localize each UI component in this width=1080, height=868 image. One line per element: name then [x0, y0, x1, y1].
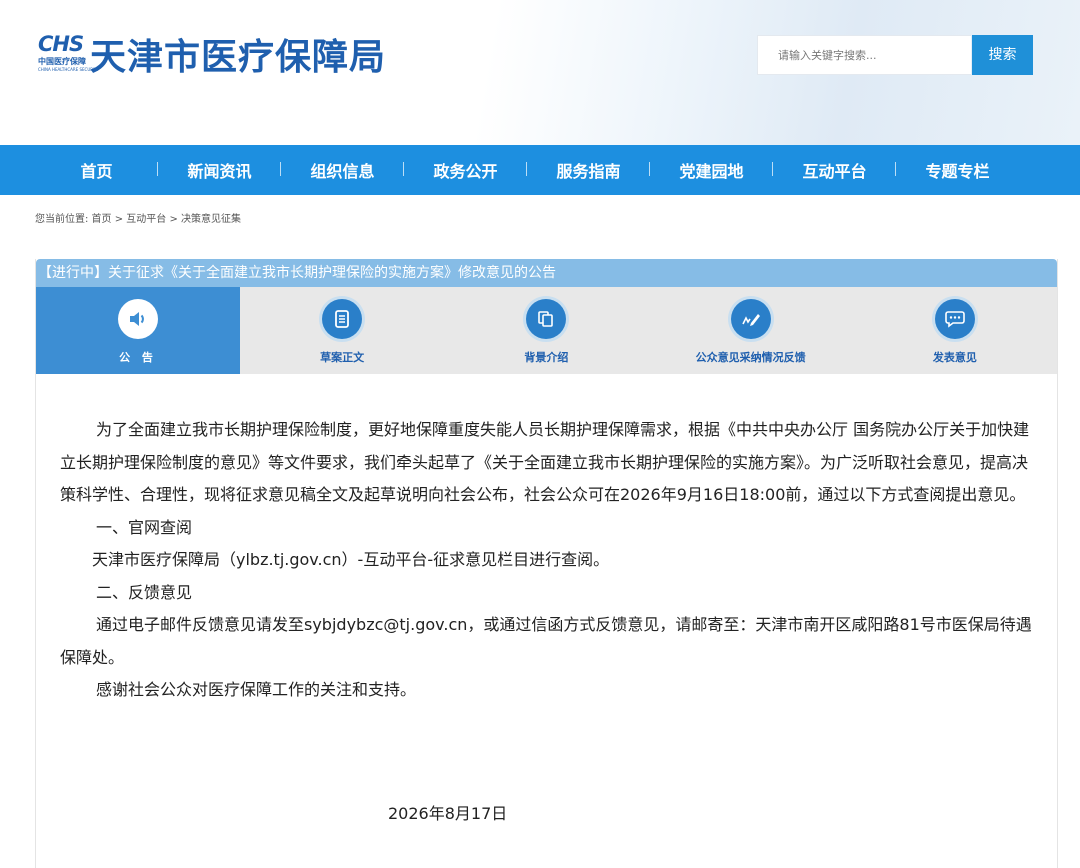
logo-cn-text: 中国医疗保障 — [38, 57, 86, 66]
heading-website-review: 一、官网查阅 — [96, 517, 193, 537]
panel-title: 【进行中】关于征求《关于全面建立我市长期护理保险的实施方案》修改意见的公告 — [36, 259, 1057, 287]
search-input[interactable]: 请输入关键字搜索... — [757, 35, 971, 75]
nav-item-news[interactable]: 新闻资讯 — [158, 158, 281, 182]
tab-background[interactable]: 背景介绍 — [444, 287, 648, 374]
site-title: 天津市医疗保障局 — [90, 37, 387, 78]
nav-item-government-affairs[interactable]: 政务公开 — [404, 158, 527, 182]
nav-item-interaction[interactable]: 互动平台 — [773, 158, 896, 182]
search-button[interactable]: 搜索 — [972, 35, 1033, 75]
tab-label-draft-text: 草案正文 — [320, 351, 365, 364]
paragraph-feedback: 通过电子邮件反馈意见请发至sybjdybzc@tj.gov.cn，或通过信函方式… — [60, 615, 1032, 667]
pen-icon — [730, 299, 771, 339]
site-logo[interactable]: CHS 中国医疗保障 CHINA HEALTHCARE SECURITY 天津市… — [36, 28, 386, 80]
logo-en-text: CHINA HEALTHCARE SECURITY — [38, 67, 100, 72]
nav-item-home[interactable]: 首页 — [35, 158, 158, 182]
nav-item-service-guide[interactable]: 服务指南 — [527, 158, 650, 182]
nav-item-organization[interactable]: 组织信息 — [281, 158, 404, 182]
notice-date: 2026年8月17日 — [388, 804, 508, 823]
tab-announcement[interactable]: 公 告 — [36, 287, 240, 374]
tab-draft-text[interactable]: 草案正文 — [240, 287, 444, 374]
tab-label-background: 背景介绍 — [524, 351, 569, 364]
chat-icon — [934, 299, 975, 339]
notice-content: 为了全面建立我市长期护理保险制度，更好地保障重度失能人员长期护理保障需求，根据《… — [36, 374, 1057, 707]
main-nav: 首页 新闻资讯 组织信息 政务公开 服务指南 党建园地 互动平台 专题专栏 — [0, 145, 1080, 195]
speaker-icon — [118, 299, 158, 339]
heading-feedback: 二、反馈意见 — [96, 582, 193, 602]
paragraph-website-review: 天津市医疗保障局（ylbz.tj.gov.cn）-互动平台-征求意见栏目进行查阅… — [92, 550, 610, 569]
paragraph-intro: 为了全面建立我市长期护理保险制度，更好地保障重度失能人员长期护理保障需求，根据《… — [60, 420, 1030, 504]
tab-submit-opinion[interactable]: 发表意见 — [853, 287, 1057, 374]
nav-item-special-topics[interactable]: 专题专栏 — [896, 158, 1019, 182]
site-header: CHS 中国医疗保障 CHINA HEALTHCARE SECURITY 天津市… — [0, 0, 1080, 145]
breadcrumb: 您当前位置: 首页 > 互动平台 > 决策意见征集 — [35, 214, 242, 225]
document-icon — [322, 299, 363, 339]
panel-tabs: 公 告 草案正文 背景介绍 公众意见采纳情况反馈 发表意见 — [36, 287, 1057, 374]
chs-logo-icon: CHS 中国医疗保障 CHINA HEALTHCARE SECURITY — [36, 32, 99, 76]
logo-chs-text: CHS — [38, 32, 84, 56]
notice-panel: 【进行中】关于征求《关于全面建立我市长期护理保险的实施方案》修改意见的公告 公 … — [35, 259, 1058, 868]
tab-label-feedback-adoption: 公众意见采纳情况反馈 — [695, 351, 806, 364]
tab-label-announcement: 公 告 — [119, 351, 157, 364]
tab-feedback-adoption[interactable]: 公众意见采纳情况反馈 — [649, 287, 853, 374]
paragraph-thanks: 感谢社会公众对医疗保障工作的关注和支持。 — [96, 680, 417, 699]
nav-item-party-building[interactable]: 党建园地 — [650, 158, 773, 182]
tab-label-submit-opinion: 发表意见 — [932, 351, 977, 364]
copy-icon — [526, 299, 567, 339]
